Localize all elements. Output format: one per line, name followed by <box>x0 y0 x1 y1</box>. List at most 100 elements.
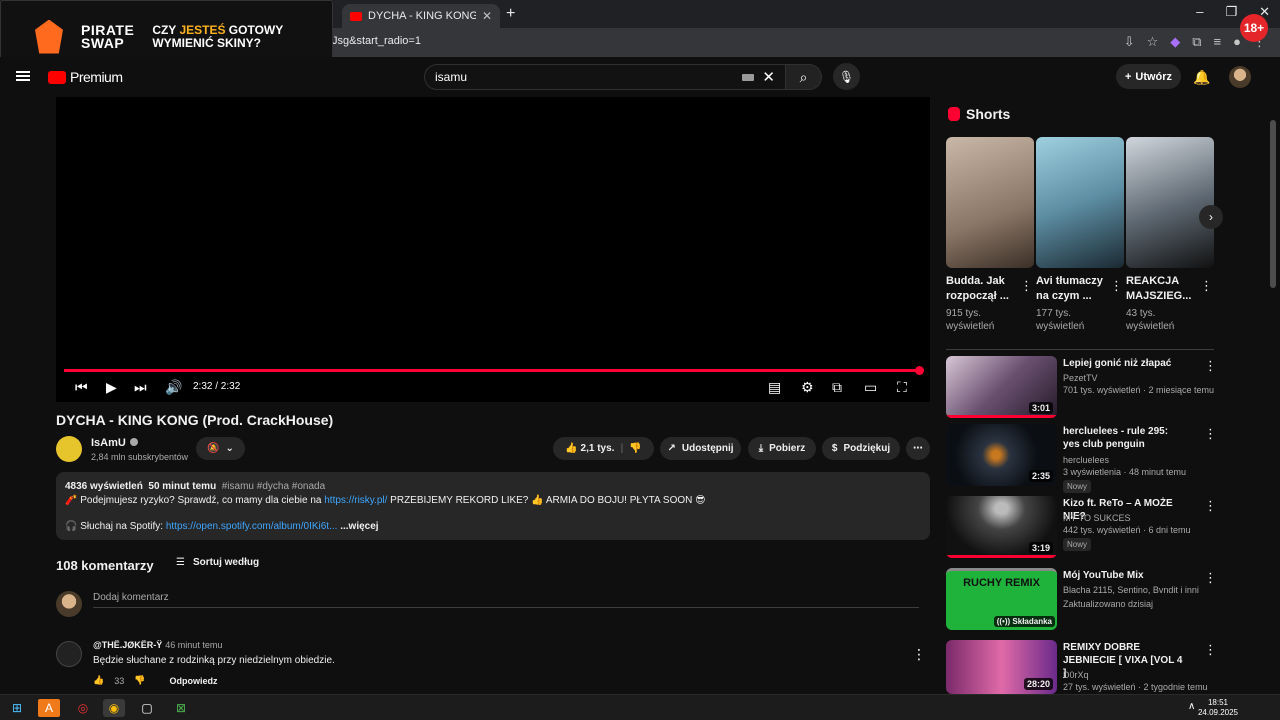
short-item[interactable]: Budda. Jak rozpoczął ... 915 tys. wyświe… <box>946 137 1034 333</box>
rec-thumbnail[interactable]: 28:20 <box>946 640 1057 694</box>
settings-gear-icon[interactable]: ⚙ <box>801 379 814 395</box>
rec-channel[interactable]: PezetTV <box>1063 373 1098 383</box>
install-app-icon[interactable]: ⇩ <box>1124 34 1135 50</box>
rec-thumbnail[interactable]: 2:35 <box>946 424 1057 486</box>
profile-icon[interactable]: ● <box>1233 34 1241 50</box>
short-title[interactable]: Avi tłumaczy na czym ... <box>1036 274 1106 304</box>
shorts-next-button[interactable]: › <box>1199 205 1223 229</box>
short-menu-icon[interactable]: ⋮ <box>1200 278 1213 294</box>
add-comment-input[interactable]: Dodaj komentarz <box>93 592 919 608</box>
video-player[interactable]: ⏮ ▶ ⏭ 🔊 2:32 / 2:32 ▤ ⚙ ⧉ ▭ ⛶ <box>56 97 930 402</box>
progress-bar[interactable] <box>64 366 924 375</box>
theater-mode-icon[interactable]: ▭ <box>864 379 877 395</box>
rec-title[interactable]: hercluelees - rule 295: yes club penguin <box>1063 425 1187 451</box>
like-button[interactable]: 👍 2,1 tys. <box>565 443 614 454</box>
short-item[interactable]: Avi tłumaczy na czym ... 177 tys. wyświe… <box>1036 137 1124 333</box>
explorer-icon[interactable]: ▢ <box>136 699 158 717</box>
steam-icon[interactable]: ◎ <box>72 699 94 717</box>
extension-icon[interactable]: ◆ <box>1170 34 1180 50</box>
windows-start-icon[interactable]: ⊞ <box>6 699 28 717</box>
notifications-bell-icon[interactable]: 🔔 <box>1193 69 1210 86</box>
short-menu-icon[interactable]: ⋮ <box>1110 278 1123 294</box>
show-more-link[interactable]: ...więcej <box>340 521 378 532</box>
channel-name[interactable]: IsAmU <box>91 437 138 449</box>
minimize-icon[interactable]: – <box>1196 4 1203 20</box>
play-icon[interactable]: ▶ <box>106 379 117 395</box>
channel-avatar[interactable] <box>56 436 82 462</box>
risky-link[interactable]: https://risky.pl/ <box>324 495 387 506</box>
rec-thumbnail[interactable]: 3:19 <box>946 496 1057 558</box>
comment-avatar[interactable] <box>56 641 82 667</box>
subtitles-icon[interactable]: ▤ <box>768 379 781 395</box>
rec-channel[interactable]: hercluelees <box>1063 455 1109 465</box>
chrome-icon[interactable]: ◉ <box>103 699 125 717</box>
dislike-button[interactable]: 👎 <box>629 443 641 454</box>
clear-search-icon[interactable]: ✕ <box>762 68 775 86</box>
short-item[interactable]: REAKCJA MAJSZIEG... 43 tys. wyświetleń ⋮ <box>1126 137 1214 333</box>
rec-channel[interactable]: D0rXq <box>1063 670 1089 680</box>
rec-title[interactable]: Mój YouTube Mix <box>1063 569 1187 582</box>
rec-title[interactable]: Lepiej gonić niż złapać <box>1063 357 1187 370</box>
keyboard-icon[interactable] <box>742 73 755 81</box>
short-menu-icon[interactable]: ⋮ <box>1020 278 1033 294</box>
voice-search-button[interactable]: 🎙 <box>833 63 860 90</box>
clock[interactable]: 18:51 24.09.2025 <box>1198 698 1238 718</box>
volume-icon[interactable]: 🔊 <box>165 379 182 395</box>
miniplayer-icon[interactable]: ⧉ <box>832 379 842 395</box>
rec-thumbnail[interactable]: 3:01 <box>946 356 1057 418</box>
thanks-button[interactable]: $ Podziękuj <box>822 437 900 460</box>
short-title[interactable]: Budda. Jak rozpoczął ... <box>946 274 1016 304</box>
short-thumbnail[interactable] <box>1126 137 1214 268</box>
rec-item[interactable]: 3:19 Kizo ft. ReTo – A MOŻE NIE? MY TO S… <box>946 496 1217 562</box>
subscribed-bell-button[interactable]: 🔕 ⌄ <box>196 437 245 460</box>
rec-menu-icon[interactable]: ⋮ <box>1204 642 1217 658</box>
url-text[interactable]: Jsg&start_radio=1 <box>332 35 421 47</box>
short-thumbnail[interactable] <box>946 137 1034 268</box>
reply-button[interactable]: Odpowiedz <box>169 676 217 686</box>
restore-icon[interactable]: ❐ <box>1225 4 1237 20</box>
mix-thumbnail[interactable]: RUCHY REMIX ((•)) Składanka <box>946 568 1057 630</box>
rec-menu-icon[interactable]: ⋮ <box>1204 498 1217 514</box>
hamburger-menu-icon[interactable] <box>16 71 30 81</box>
app-a-icon[interactable]: A <box>38 699 60 717</box>
short-title[interactable]: REAKCJA MAJSZIEG... <box>1126 274 1196 304</box>
page-scrollbar[interactable] <box>1270 120 1276 288</box>
rec-channel[interactable]: Blacha 2115, Sentino, Bvndit i inni <box>1063 585 1199 595</box>
rec-item[interactable]: RUCHY REMIX ((•)) Składanka Mój YouTube … <box>946 568 1217 634</box>
sort-comments-button[interactable]: ☰ Sortuj według <box>176 557 259 568</box>
rec-item[interactable]: 3:01 Lepiej gonić niż złapać PezetTV 701… <box>946 356 1217 422</box>
comment-like-button[interactable]: 👍 <box>93 675 104 686</box>
browser-tab[interactable]: DYCHA - KING KONG (Prod. CrackHouse) - Y… <box>342 4 500 28</box>
more-actions-button[interactable]: ⋯ <box>906 437 930 460</box>
account-avatar[interactable] <box>1229 66 1251 88</box>
share-button[interactable]: ↗ Udostępnij <box>660 437 741 460</box>
download-button[interactable]: ⤓ Pobierz <box>748 437 816 460</box>
spotify-link[interactable]: https://open.spotify.com/album/0IKi6t... <box>166 521 338 532</box>
close-tab-icon[interactable]: ✕ <box>482 9 492 23</box>
youtube-logo[interactable]: Premium <box>48 69 123 85</box>
rec-menu-icon[interactable]: ⋮ <box>1204 358 1217 374</box>
rec-menu-icon[interactable]: ⋮ <box>1204 570 1217 586</box>
search-input[interactable] <box>435 70 743 84</box>
rec-channel[interactable]: MY TO SUKCES <box>1063 513 1131 523</box>
new-tab-button[interactable]: + <box>506 5 515 23</box>
search-button[interactable]: ⌕ <box>786 64 822 90</box>
create-button[interactable]: + Utwórz <box>1116 64 1181 89</box>
comment-author[interactable]: @THË.JØKËR-Ÿ 46 minut temu <box>93 640 222 650</box>
comment-menu-icon[interactable]: ⋮ <box>912 646 926 663</box>
next-icon[interactable]: ⏭ <box>134 379 147 395</box>
tray-expand-icon[interactable]: ∧ <box>1188 701 1195 712</box>
previous-icon[interactable]: ⏮ <box>75 379 88 395</box>
short-thumbnail[interactable] <box>1036 137 1124 268</box>
rec-item[interactable]: 2:35 hercluelees - rule 295: yes club pe… <box>946 424 1217 493</box>
comment-dislike-button[interactable]: 👎 <box>134 675 145 686</box>
rec-menu-icon[interactable]: ⋮ <box>1204 426 1217 442</box>
spreadsheet-icon[interactable]: ⊠ <box>170 699 192 717</box>
extensions-puzzle-icon[interactable]: ⧉ <box>1192 34 1201 50</box>
fullscreen-icon[interactable]: ⛶ <box>897 379 907 395</box>
search-icon: ⌕ <box>799 68 808 85</box>
description-box[interactable]: 4836 wyświetleń 50 minut temu #isamu #dy… <box>56 472 930 540</box>
bookmark-star-icon[interactable]: ☆ <box>1147 34 1159 50</box>
reading-list-icon[interactable]: ≡ <box>1214 34 1222 50</box>
rec-meta: 3 wyświetlenia · 48 minut temu <box>1063 467 1187 477</box>
